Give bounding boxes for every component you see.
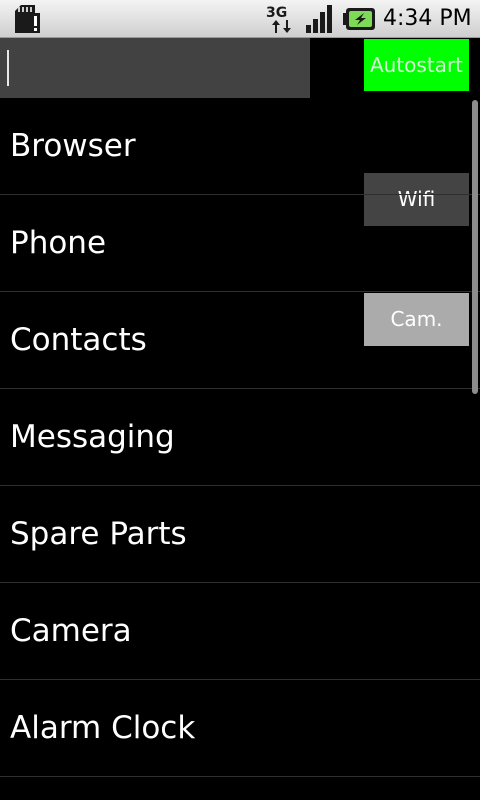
list-item-messaging[interactable]: Messaging xyxy=(0,389,480,486)
list-item-alarm-clock[interactable]: Alarm Clock xyxy=(0,680,480,777)
network-label: 3G xyxy=(266,5,287,21)
text-cursor xyxy=(7,50,9,86)
app-list: Browser Phone Contacts Messaging Spare P… xyxy=(0,98,480,777)
status-time: 4:34 PM xyxy=(383,6,472,31)
list-item-phone[interactable]: Phone xyxy=(0,195,480,292)
autostart-button[interactable]: Autostart xyxy=(364,39,469,91)
battery-charging-icon xyxy=(343,8,375,30)
list-item-browser[interactable]: Browser xyxy=(0,98,480,195)
list-item-camera[interactable]: Camera xyxy=(0,583,480,680)
status-bar: 3G 4:34 PM xyxy=(0,0,480,38)
scrollbar[interactable] xyxy=(472,100,478,394)
3g-data-icon: 3G xyxy=(266,5,291,33)
search-input[interactable] xyxy=(0,38,310,98)
app-screen: 3G 4:34 PM Autostart Wifi Cam. Browser P… xyxy=(0,0,480,800)
sd-card-warning-icon xyxy=(15,5,40,33)
signal-strength-icon xyxy=(306,5,332,33)
list-item-spare-parts[interactable]: Spare Parts xyxy=(0,486,480,583)
list-item-contacts[interactable]: Contacts xyxy=(0,292,480,389)
